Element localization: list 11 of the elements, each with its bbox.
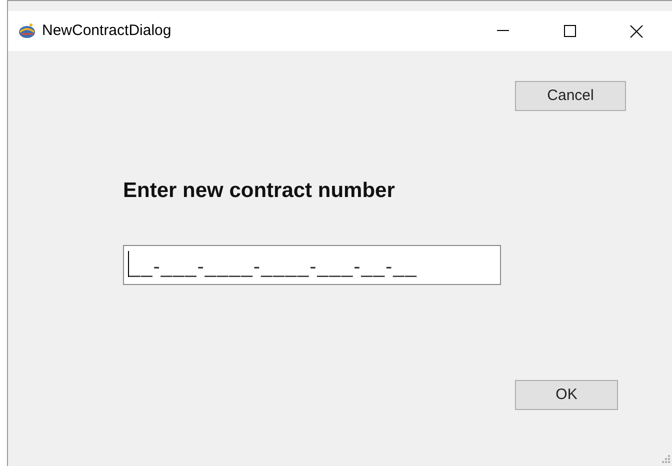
close-icon xyxy=(630,24,642,38)
cancel-button[interactable]: Cancel xyxy=(515,81,626,111)
maximize-icon xyxy=(564,25,576,37)
resize-grip-icon[interactable] xyxy=(662,455,670,463)
minimize-icon xyxy=(497,30,509,32)
app-icon xyxy=(18,22,36,40)
window-title: NewContractDialog xyxy=(42,20,172,41)
text-cursor xyxy=(128,251,129,277)
prompt-text: Enter new contract number xyxy=(123,178,395,204)
contract-number-field[interactable]: __-___-____-____-___-__-__ xyxy=(123,245,501,285)
ok-button[interactable]: OK xyxy=(515,380,618,410)
